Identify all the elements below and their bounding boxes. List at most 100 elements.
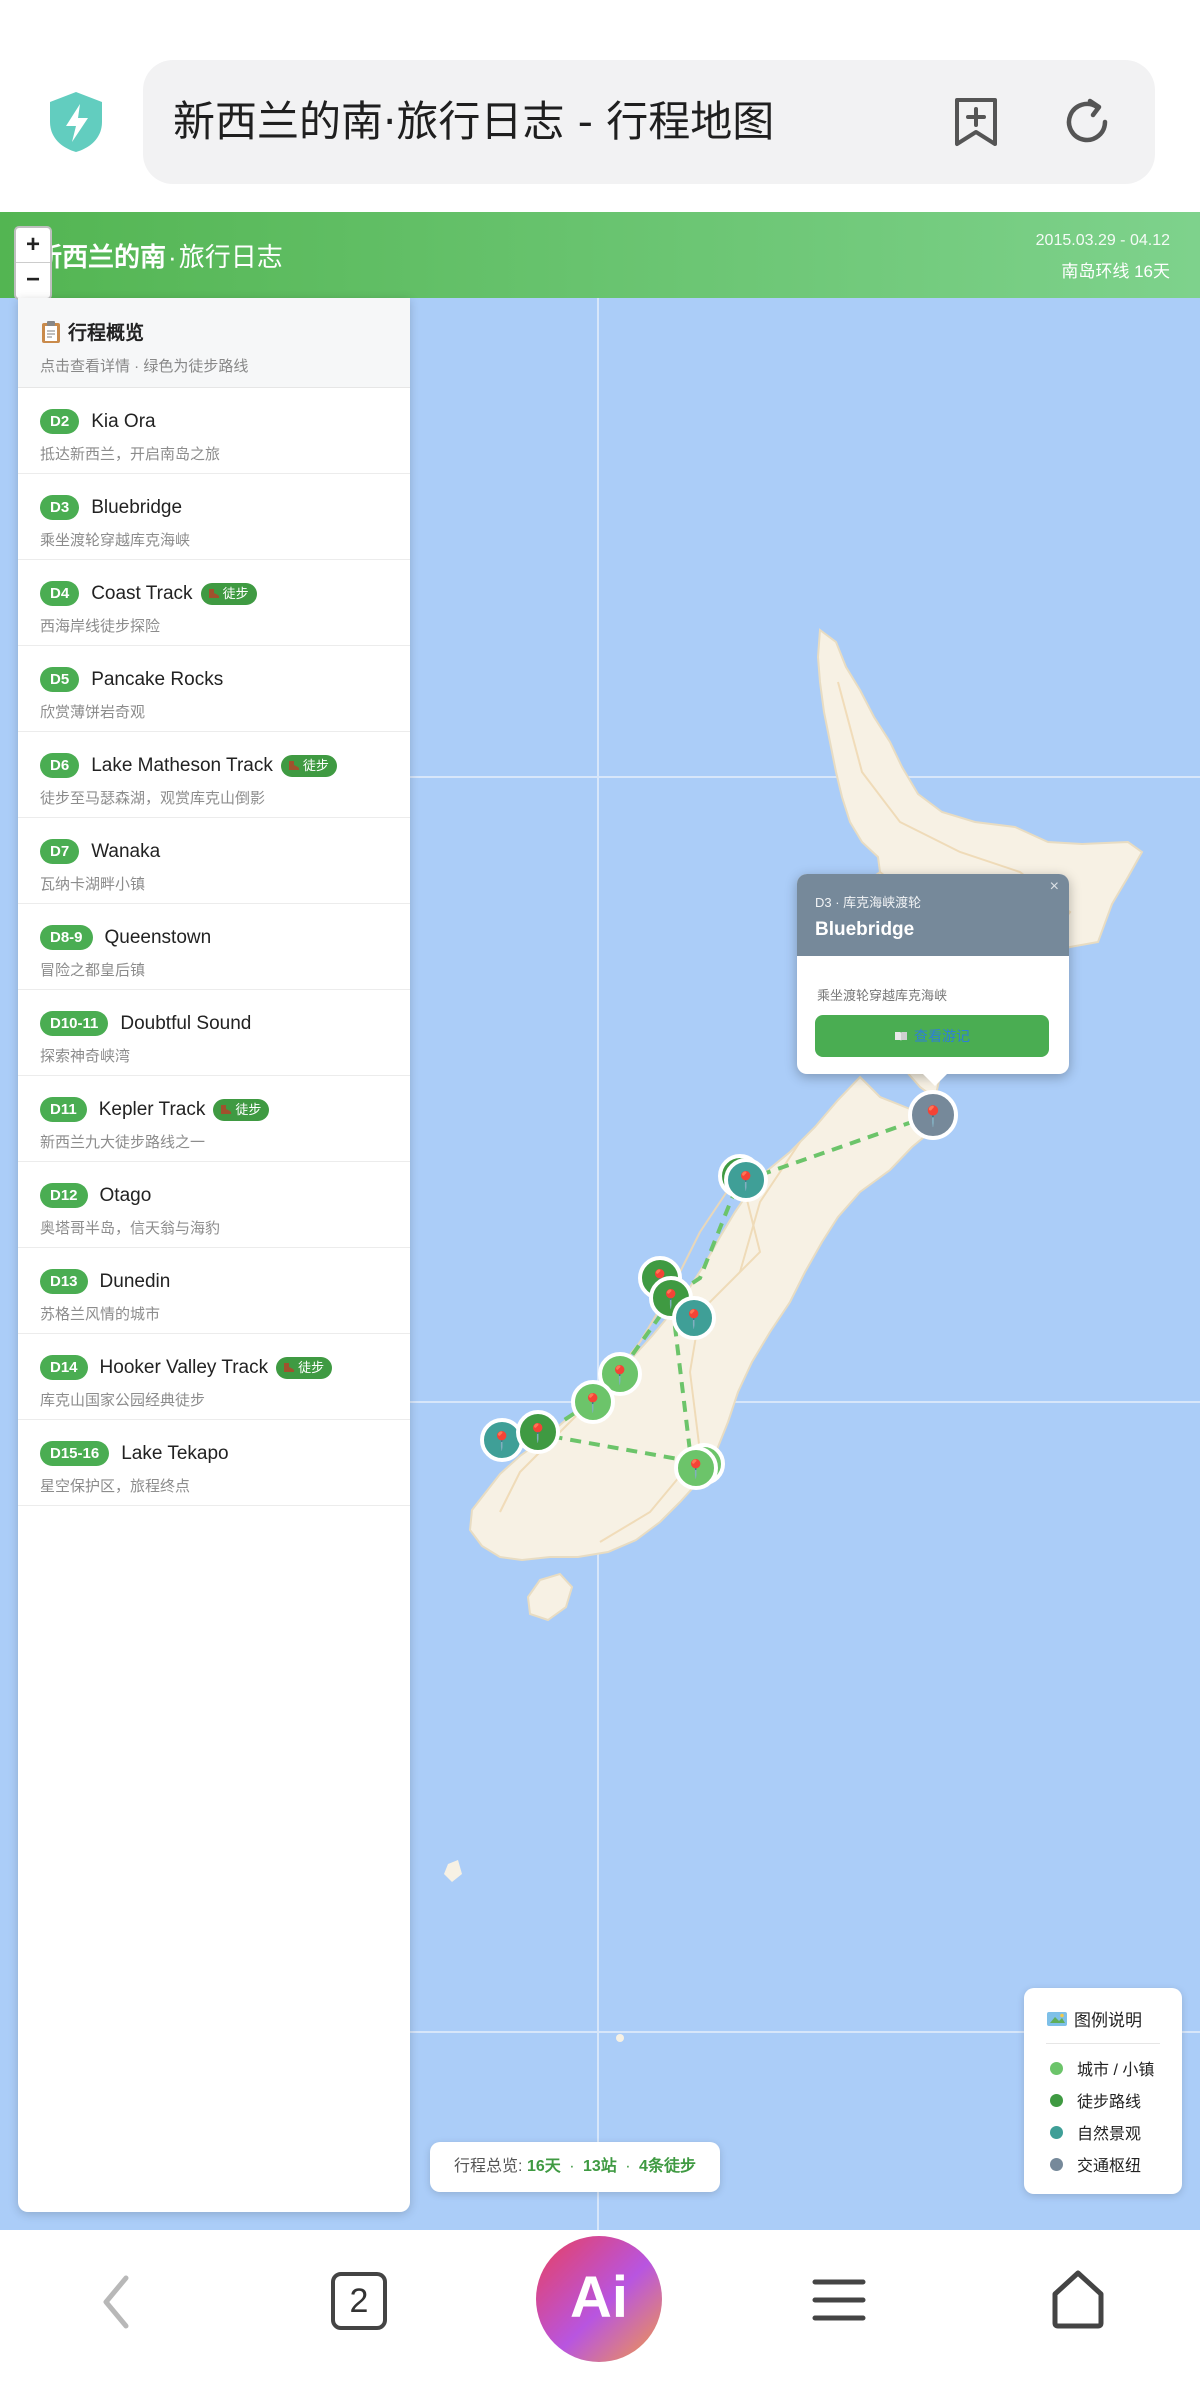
map-marker-queenstown[interactable]: 📍 (571, 1380, 615, 1424)
title-rest: 旅行日志 (178, 242, 283, 272)
trip-list-item[interactable]: D7 Wanaka 瓦纳卡湖畔小镇 (18, 818, 410, 904)
trip-list-item[interactable]: D8-9 Queenstown 冒险之都皇后镇 (18, 904, 410, 990)
trip-item-name: Dunedin (99, 1270, 171, 1292)
day-badge: D5 (40, 667, 80, 692)
bookmark-add-icon[interactable] (951, 96, 1001, 148)
view-journal-button[interactable]: 查看游记 (815, 1015, 1049, 1057)
trip-item-description: 徒步至马瑟森湖，观赏库克山倒影 (40, 790, 266, 807)
day-badge: D2 (40, 409, 80, 434)
trip-item-description: 乘坐渡轮穿越库克海峡 (40, 532, 191, 549)
legend-item-label: 自然景观 (1077, 2126, 1142, 2143)
trip-item-top: D8-9 Queenstown (40, 925, 211, 950)
trip-item-top: D10-11 Doubtful Sound (40, 1011, 251, 1036)
day-badge: D6 (40, 753, 80, 778)
trip-item-name: Queenstown (104, 926, 212, 948)
trip-item-top: D12 Otago (40, 1183, 151, 1208)
trip-list-item[interactable]: D12 Otago 奥塔哥半岛，信天翁与海豹 (18, 1162, 410, 1248)
trip-item-name: Otago (99, 1184, 152, 1206)
popup-kicker: D3 · 库克海峡渡轮 (815, 895, 922, 910)
hike-tag-label: 徒步 (222, 585, 249, 601)
zoom-out-button[interactable]: − (16, 263, 50, 298)
trip-item-top: D7 Wanaka (40, 839, 160, 864)
page-title[interactable]: 新西兰的南·旅行日志 - 行程地图 (173, 60, 774, 184)
day-badge: D12 (40, 1183, 88, 1208)
legend-item: 自然景观 (1050, 2120, 1141, 2144)
ai-assistant-button[interactable]: Ai (536, 2236, 662, 2362)
legend-divider (1046, 2043, 1160, 2044)
trip-item-top: D2 Kia Ora (40, 409, 156, 434)
legend-color-dot (1050, 2093, 1063, 2107)
trip-item-top: D6 Lake Matheson Track 徒步 (40, 753, 337, 778)
back-icon[interactable] (92, 2270, 140, 2334)
popup-close-button[interactable]: × (1050, 878, 1059, 896)
trip-item-description: 库克山国家公园经典徒步 (40, 1392, 206, 1409)
stats-bar: 行程总览: 16天 · 13站 · 4条徒步 (430, 2142, 720, 2192)
legend-item: 徒步路线 (1050, 2088, 1141, 2112)
trip-list-item[interactable]: D3 Bluebridge 乘坐渡轮穿越库克海峡 (18, 474, 410, 560)
menu-icon[interactable] (812, 2276, 866, 2324)
legend-color-dot (1050, 2061, 1063, 2075)
map-marker-lake-tekapo[interactable]: 📍 (672, 1296, 716, 1340)
svg-text:📍: 📍 (527, 1422, 549, 1443)
trip-list-item[interactable]: D4 Coast Track 徒步 西海岸线徒步探险 (18, 560, 410, 646)
trip-item-description: 新西兰九大徒步路线之一 (40, 1134, 206, 1151)
trip-list-item[interactable]: D11 Kepler Track 徒步新西兰九大徒步路线之一 (18, 1076, 410, 1162)
map-legend: 图例说明 城市 / 小镇徒步路线自然景观交通枢纽 (1024, 1988, 1182, 2194)
legend-item: 交通枢纽 (1050, 2152, 1141, 2176)
trip-dates: 2015.03.29 - 04.12 (1035, 232, 1170, 249)
reload-icon[interactable] (1061, 96, 1113, 148)
legend-color-dot (1050, 2125, 1063, 2139)
popup-title: Bluebridge (815, 919, 915, 940)
shield-icon[interactable] (46, 90, 106, 154)
map-view[interactable]: 📍 📍 📍 📍 📍 📍 📍 📍 📍 📍 新西兰的南·旅行日志 2015.03.2… (0, 212, 1200, 2230)
trip-item-name: Doubtful Sound (120, 1012, 252, 1034)
map-marker-bluebridge[interactable]: 📍 (908, 1090, 958, 1140)
day-badge: D4 (40, 581, 80, 606)
map-marker-doubtful-sound[interactable]: 📍 (480, 1418, 524, 1462)
legend-title: 图例说明 (1046, 2006, 1182, 2031)
trip-list-item[interactable]: D5 Pancake Rocks 欣赏薄饼岩奇观 (18, 646, 410, 732)
svg-text:📍: 📍 (491, 1430, 513, 1451)
view-journal-label: 查看游记 (914, 1028, 970, 1044)
boot-icon (208, 588, 219, 598)
hike-tag-label: 徒步 (235, 1101, 262, 1117)
small-island (616, 2034, 624, 2042)
popup-description: 乘坐渡轮穿越库克海峡 (817, 988, 948, 1003)
address-bar[interactable]: 新西兰的南·旅行日志 - 行程地图 (143, 60, 1155, 184)
hike-tag: 徒步 (276, 1356, 333, 1379)
map-marker-kepler-track[interactable]: 📍 (516, 1410, 560, 1454)
trip-list-item[interactable]: D13 Dunedin 苏格兰风情的城市 (18, 1248, 410, 1334)
home-icon[interactable] (1049, 2268, 1107, 2330)
stats-stops: 13站 (583, 2158, 617, 2175)
trip-item-name: Bluebridge (91, 496, 183, 518)
chatham-island (444, 1860, 462, 1882)
trip-item-name: Lake Matheson Track (91, 754, 273, 776)
trip-item-top: D13 Dunedin (40, 1269, 170, 1294)
trip-item-top: D15-16 Lake Tekapo (40, 1441, 229, 1466)
trip-list-item[interactable]: D6 Lake Matheson Track 徒步 徒步至马瑟森湖，观赏库克山倒影 (18, 732, 410, 818)
trip-item-name: Lake Tekapo (121, 1442, 229, 1464)
trip-item-description: 冒险之都皇后镇 (40, 962, 146, 979)
zoom-in-button[interactable]: + (16, 228, 50, 263)
tabs-button[interactable]: 2 (331, 2272, 387, 2330)
trip-list: D2 Kia Ora 抵达新西兰，开启南岛之旅 D3 Bluebridge 乘坐渡轮穿越库… (18, 388, 410, 1506)
trip-item-description: 苏格兰风情的城市 (40, 1306, 161, 1323)
trip-item-top: D11 Kepler Track 徒步 (40, 1097, 270, 1122)
legend-item-label: 交通枢纽 (1077, 2158, 1142, 2175)
trip-summary: 南岛环线 16天 (1061, 262, 1170, 281)
map-marker-dunedin[interactable]: 📍 (674, 1446, 718, 1490)
trip-list-item[interactable]: D10-11 Doubtful Sound 探索神奇峡湾 (18, 990, 410, 1076)
trip-list-item[interactable]: D2 Kia Ora 抵达新西兰，开启南岛之旅 (18, 388, 410, 474)
legend-item-label: 城市 / 小镇 (1077, 2062, 1155, 2079)
stats-separator: · (569, 2158, 575, 2175)
trip-list-item[interactable]: D15-16 Lake Tekapo 星空保护区，旅程终点 (18, 1420, 410, 1506)
map-icon (1047, 2011, 1067, 2026)
map-marker-pancake-rocks[interactable]: 📍 (724, 1158, 768, 1202)
trip-list-item[interactable]: D14 Hooker Valley Track 徒步 库克山国家公园经典徒步 (18, 1334, 410, 1420)
legend-title-text: 图例说明 (1074, 2011, 1142, 2030)
map-popup: D3 · 库克海峡渡轮 Bluebridge × 乘坐渡轮穿越库克海峡 查看游记 (797, 874, 1069, 1086)
zoom-control: + − (14, 226, 52, 300)
app-title: 新西兰的南·旅行日志 (36, 237, 283, 274)
sidebar-title-text: 行程概览 (68, 323, 145, 344)
trip-item-top: D5 Pancake Rocks (40, 667, 223, 692)
